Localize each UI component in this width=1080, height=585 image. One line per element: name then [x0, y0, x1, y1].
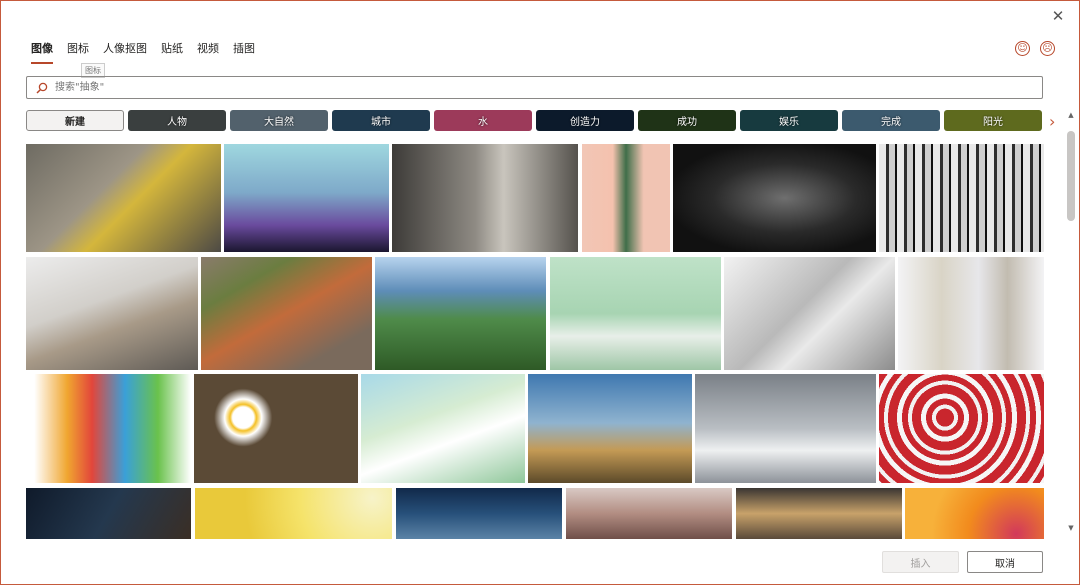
close-icon[interactable]: ✕ [1047, 5, 1069, 27]
insert-button[interactable]: 插入 [882, 551, 959, 573]
bay-landscape-photo[interactable] [375, 257, 546, 370]
concrete-corridor-photo[interactable] [392, 144, 578, 252]
paper-figures-photo[interactable] [550, 257, 721, 370]
open-book-photo[interactable] [724, 257, 895, 370]
category-chip[interactable]: 城市 [332, 110, 430, 131]
cafe-chairs-photo[interactable] [26, 257, 198, 370]
cancel-button[interactable]: 取消 [967, 551, 1043, 573]
category-chip[interactable]: 娱乐 [740, 110, 838, 131]
concert-hearts-photo[interactable] [224, 144, 389, 252]
carrots-photo[interactable] [201, 257, 372, 370]
category-chip[interactable]: 成功 [638, 110, 736, 131]
blue-water-glass-photo[interactable] [396, 488, 562, 539]
cotton-jars-photo[interactable] [898, 257, 1044, 370]
scroll-up-icon[interactable]: ▲ [1065, 109, 1077, 121]
image-grid [26, 144, 1044, 539]
tab-stickers[interactable]: 贴纸 [161, 40, 183, 64]
category-chip[interactable]: 大自然 [230, 110, 328, 131]
feedback-buttons: ☺ ☹ [1015, 41, 1055, 56]
vertical-scrollbar[interactable]: ▲ ▼ [1065, 109, 1077, 534]
scroll-thumb[interactable] [1067, 131, 1075, 221]
scroll-down-icon[interactable]: ▼ [1065, 522, 1077, 534]
colored-smoke-photo[interactable] [26, 374, 191, 483]
category-chips: 新建 人物 大自然 城市水创造力 成功 娱乐 完成 阳光 [26, 110, 1042, 131]
daisies-photo[interactable] [194, 374, 358, 483]
tab-icons[interactable]: 图标 [67, 40, 89, 64]
tab-cutout-people[interactable]: 人像抠图 [103, 40, 147, 64]
search-icon [35, 81, 49, 95]
tab-bar: 图像 图标 人像抠图 贴纸 视频 插图 [31, 40, 255, 64]
cactus-pink-photo[interactable] [582, 144, 670, 252]
tab-images[interactable]: 图像 [31, 40, 53, 64]
search-box [26, 76, 1043, 99]
desert-cactus-photo[interactable] [528, 374, 692, 483]
search-input[interactable] [53, 81, 1042, 94]
tab-illustrations[interactable]: 插图 [233, 40, 255, 64]
woman-dark-photo[interactable] [26, 488, 191, 539]
white-blossom-photo[interactable] [361, 374, 525, 483]
orange-swirl-photo[interactable] [905, 488, 1044, 539]
tab-videos[interactable]: 视频 [197, 40, 219, 64]
chevron-right-icon[interactable]: › [1049, 112, 1055, 131]
category-chip[interactable]: 完成 [842, 110, 940, 131]
dark-particles-photo[interactable] [673, 144, 876, 252]
workshop-overhead-photo[interactable] [26, 144, 221, 252]
lemon-slice-photo[interactable] [195, 488, 392, 539]
category-chip[interactable]: 新建 [26, 110, 124, 131]
baguette-photo[interactable] [736, 488, 902, 539]
frown-icon[interactable]: ☹ [1040, 41, 1055, 56]
balance-spheres-photo[interactable] [695, 374, 876, 483]
category-chip[interactable]: 阳光 [944, 110, 1042, 131]
category-chip[interactable]: 水 [434, 110, 532, 131]
stock-images-dialog: ✕ 图像 图标 人像抠图 贴纸 视频 插图 图标 ☺ ☹ 新建人物大自然城市水创… [0, 0, 1080, 585]
category-chip[interactable]: 创造力 [536, 110, 634, 131]
birch-forest-photo[interactable] [879, 144, 1044, 252]
category-chip[interactable]: 人物 [128, 110, 226, 131]
red-umbrellas-photo[interactable] [879, 374, 1044, 483]
woman-sunset-photo[interactable] [566, 488, 732, 539]
smile-icon[interactable]: ☺ [1015, 41, 1030, 56]
